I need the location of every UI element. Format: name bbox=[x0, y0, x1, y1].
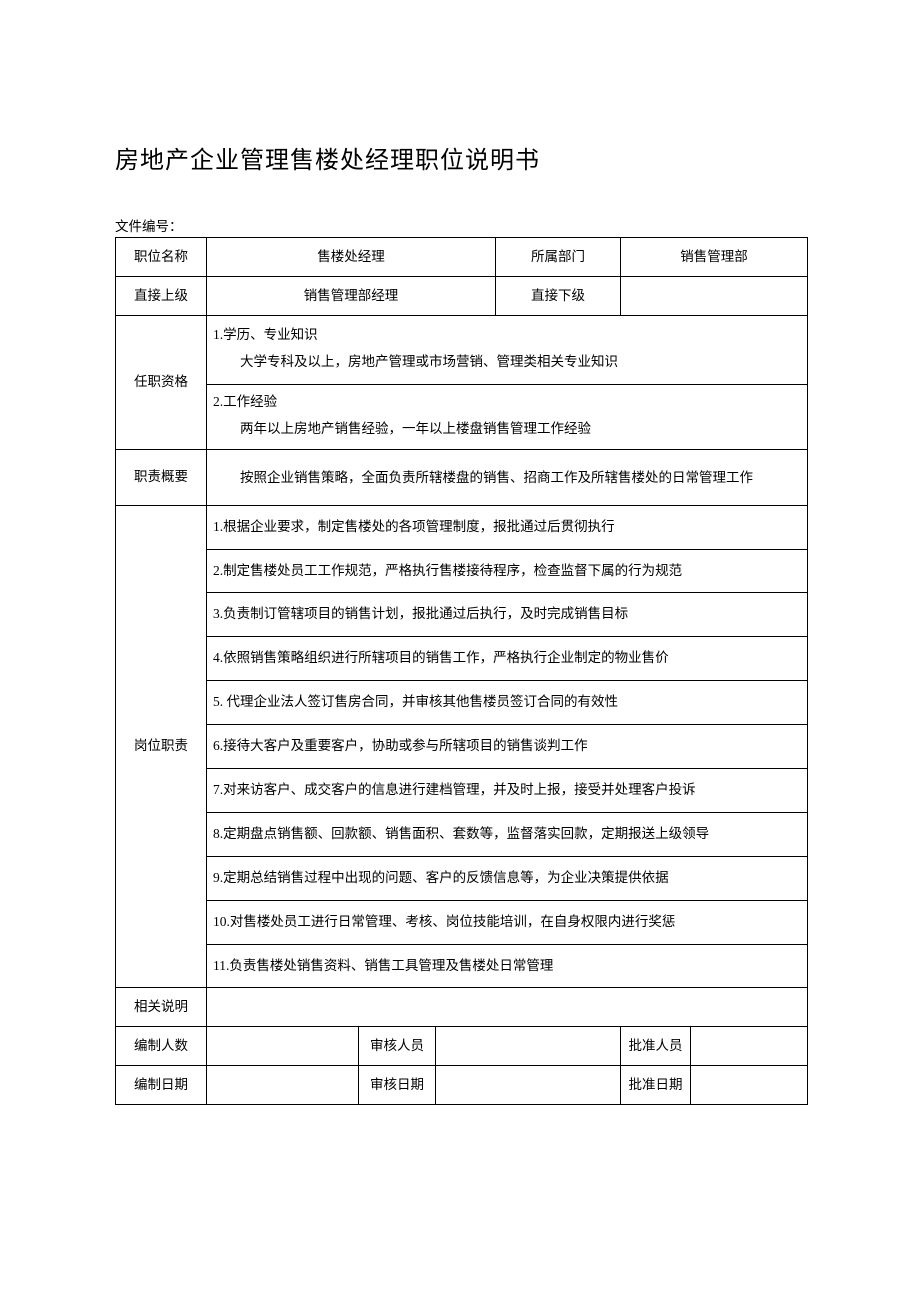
subordinate-label: 直接下级 bbox=[496, 277, 621, 316]
duty-row-7: 7.对来访客户、成交客户的信息进行建档管理，并及时上报，接受并处理客户投诉 bbox=[116, 768, 808, 812]
document-title: 房地产企业管理售楼处经理职位说明书 bbox=[115, 140, 805, 175]
qualification-row-1: 任职资格 1.学历、专业知识 大学专科及以上，房地产管理或市场营销、管理类相关专… bbox=[116, 316, 808, 385]
approver-value bbox=[691, 1027, 808, 1066]
qualification-education: 1.学历、专业知识 大学专科及以上，房地产管理或市场营销、管理类相关专业知识 bbox=[207, 316, 808, 385]
document-number-label: 文件编号： bbox=[115, 215, 805, 235]
qualification-experience-heading: 2.工作经验 bbox=[213, 393, 801, 412]
duty-item-2: 2.制定售楼处员工工作规范，严格执行售楼接待程序，检查监督下属的行为规范 bbox=[207, 549, 808, 593]
qualification-education-heading: 1.学历、专业知识 bbox=[213, 326, 801, 345]
duty-item-11: 11.负责售楼处销售资料、销售工具管理及售楼处日常管理 bbox=[207, 944, 808, 988]
headcount-label: 编制人数 bbox=[116, 1027, 207, 1066]
duty-item-9: 9.定期总结销售过程中出现的问题、客户的反馈信息等，为企业决策提供依据 bbox=[207, 856, 808, 900]
summary-label: 职责概要 bbox=[116, 449, 207, 505]
position-row: 职位名称 售楼处经理 所属部门 销售管理部 bbox=[116, 238, 808, 277]
duty-item-3: 3.负责制订管辖项目的销售计划，报批通过后执行，及时完成销售目标 bbox=[207, 593, 808, 637]
duty-item-4: 4.依照销售策略组织进行所辖项目的销售工作，严格执行企业制定的物业售价 bbox=[207, 637, 808, 681]
duty-row-5: 5. 代理企业法人签订售房合同，并审核其他售楼员签订合同的有效性 bbox=[116, 681, 808, 725]
approve-date-value bbox=[691, 1066, 808, 1105]
qualification-experience-content: 两年以上房地产销售经验，一年以上楼盘销售管理工作经验 bbox=[213, 420, 801, 439]
department-value: 销售管理部 bbox=[621, 238, 808, 277]
duty-row-2: 2.制定售楼处员工工作规范，严格执行售楼接待程序，检查监督下属的行为规范 bbox=[116, 549, 808, 593]
duty-item-10: 10.对售楼处员工进行日常管理、考核、岗位技能培训，在自身权限内进行奖惩 bbox=[207, 900, 808, 944]
duty-row-9: 9.定期总结销售过程中出现的问题、客户的反馈信息等，为企业决策提供依据 bbox=[116, 856, 808, 900]
department-label: 所属部门 bbox=[496, 238, 621, 277]
related-label: 相关说明 bbox=[116, 988, 207, 1027]
create-date-label: 编制日期 bbox=[116, 1066, 207, 1105]
duty-item-5: 5. 代理企业法人签订售房合同，并审核其他售楼员签订合同的有效性 bbox=[207, 681, 808, 725]
duty-item-1: 1.根据企业要求，制定售楼处的各项管理制度，报批通过后贯彻执行 bbox=[207, 505, 808, 549]
duty-row-10: 10.对售楼处员工进行日常管理、考核、岗位技能培训，在自身权限内进行奖惩 bbox=[116, 900, 808, 944]
duty-row-1: 岗位职责 1.根据企业要求，制定售楼处的各项管理制度，报批通过后贯彻执行 bbox=[116, 505, 808, 549]
subordinate-value bbox=[621, 277, 808, 316]
qualification-education-content: 大学专科及以上，房地产管理或市场营销、管理类相关专业知识 bbox=[213, 353, 801, 372]
summary-content: 按照企业销售策略，全面负责所辖楼盘的销售、招商工作及所辖售楼处的日常管理工作 bbox=[207, 449, 808, 505]
job-description-table: 职位名称 售楼处经理 所属部门 销售管理部 直接上级 销售管理部经理 直接下级 … bbox=[115, 237, 808, 1105]
related-value bbox=[207, 988, 808, 1027]
dates-row: 编制日期 审核日期 批准日期 bbox=[116, 1066, 808, 1105]
duty-row-8: 8.定期盘点销售额、回款额、销售面积、套数等，监督落实回款，定期报送上级领导 bbox=[116, 812, 808, 856]
auditor-label: 审核人员 bbox=[359, 1027, 436, 1066]
auditor-value bbox=[436, 1027, 621, 1066]
superior-label: 直接上级 bbox=[116, 277, 207, 316]
duty-item-8: 8.定期盘点销售额、回款额、销售面积、套数等，监督落实回款，定期报送上级领导 bbox=[207, 812, 808, 856]
superior-value: 销售管理部经理 bbox=[207, 277, 496, 316]
duty-row-6: 6.接待大客户及重要客户，协助或参与所辖项目的销售谈判工作 bbox=[116, 725, 808, 769]
position-name-value: 售楼处经理 bbox=[207, 238, 496, 277]
approve-date-label: 批准日期 bbox=[621, 1066, 691, 1105]
duty-row-4: 4.依照销售策略组织进行所辖项目的销售工作，严格执行企业制定的物业售价 bbox=[116, 637, 808, 681]
reporting-row: 直接上级 销售管理部经理 直接下级 bbox=[116, 277, 808, 316]
create-date-value bbox=[207, 1066, 359, 1105]
audit-date-value bbox=[436, 1066, 621, 1105]
headcount-value bbox=[207, 1027, 359, 1066]
duty-item-6: 6.接待大客户及重要客户，协助或参与所辖项目的销售谈判工作 bbox=[207, 725, 808, 769]
qualification-experience: 2.工作经验 两年以上房地产销售经验，一年以上楼盘销售管理工作经验 bbox=[207, 384, 808, 449]
qualification-label: 任职资格 bbox=[116, 316, 207, 450]
summary-row: 职责概要 按照企业销售策略，全面负责所辖楼盘的销售、招商工作及所辖售楼处的日常管… bbox=[116, 449, 808, 505]
headcount-row: 编制人数 审核人员 批准人员 bbox=[116, 1027, 808, 1066]
duty-row-3: 3.负责制订管辖项目的销售计划，报批通过后执行，及时完成销售目标 bbox=[116, 593, 808, 637]
audit-date-label: 审核日期 bbox=[359, 1066, 436, 1105]
duty-row-11: 11.负责售楼处销售资料、销售工具管理及售楼处日常管理 bbox=[116, 944, 808, 988]
related-row: 相关说明 bbox=[116, 988, 808, 1027]
position-name-label: 职位名称 bbox=[116, 238, 207, 277]
duties-label: 岗位职责 bbox=[116, 505, 207, 988]
duty-item-7: 7.对来访客户、成交客户的信息进行建档管理，并及时上报，接受并处理客户投诉 bbox=[207, 768, 808, 812]
approver-label: 批准人员 bbox=[621, 1027, 691, 1066]
qualification-row-2: 2.工作经验 两年以上房地产销售经验，一年以上楼盘销售管理工作经验 bbox=[116, 384, 808, 449]
